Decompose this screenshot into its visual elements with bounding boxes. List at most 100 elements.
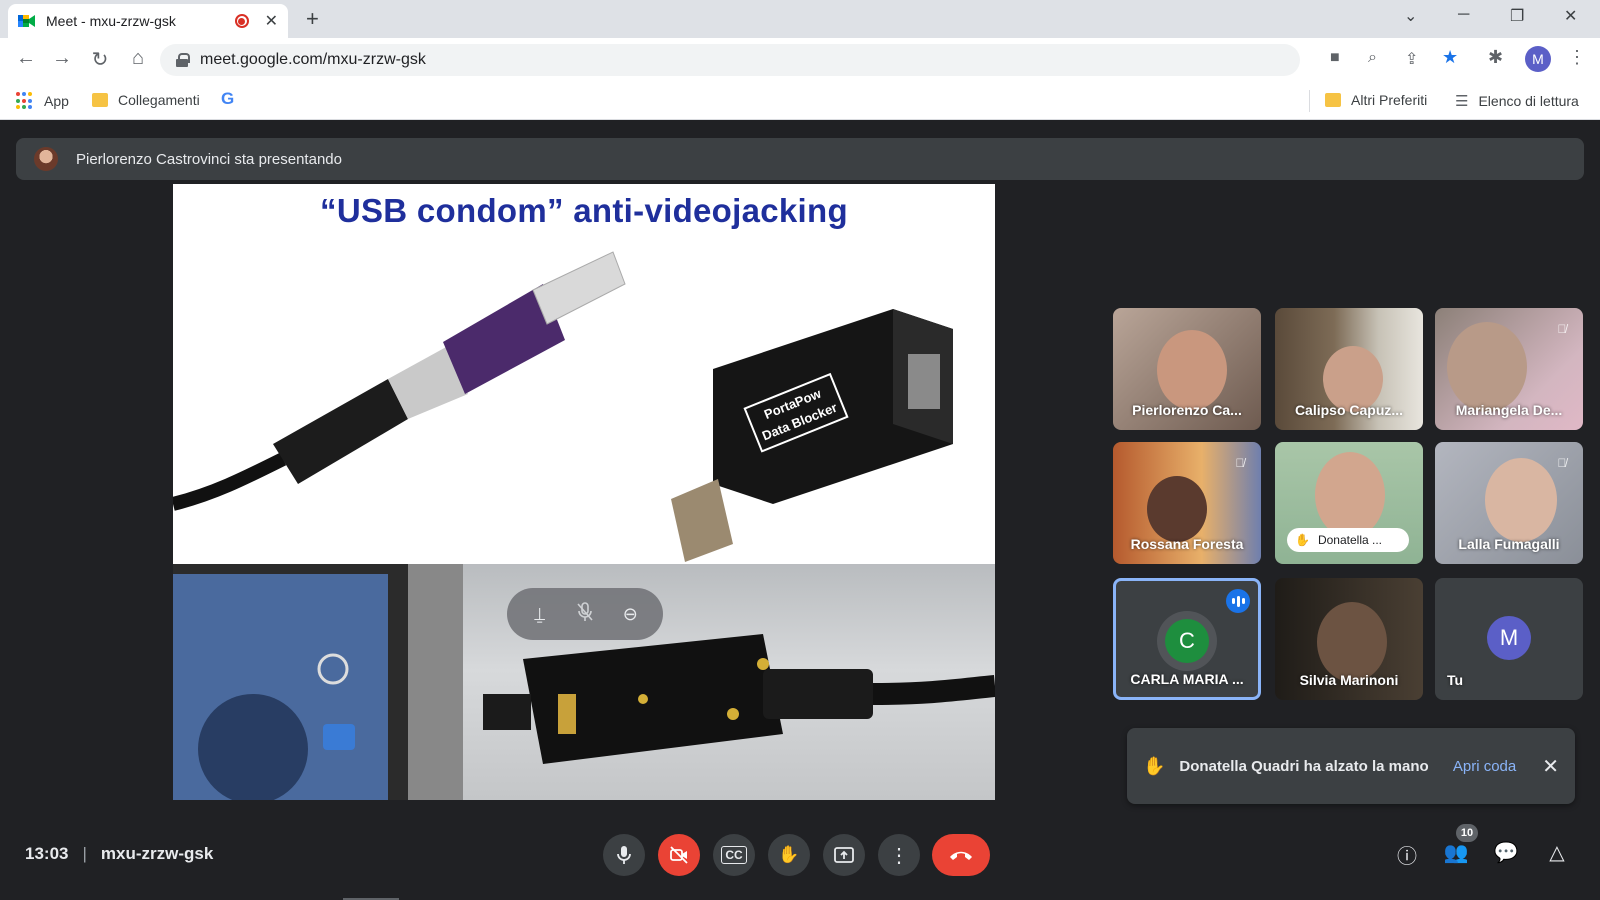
lock-icon[interactable] [176, 53, 190, 67]
zoom-icon[interactable]: ⌕ [1368, 49, 1377, 67]
present-now-button[interactable] [823, 834, 865, 876]
close-notification-icon[interactable]: ✕ [1542, 754, 1559, 779]
hand-raised-notification: ✋ Donatella Quadri ha alzato la mano Apr… [1127, 728, 1575, 804]
participant-tile-mariangela[interactable]: 🎙̸ Mariangela De... [1435, 308, 1583, 430]
browser-tab-strip: Meet - mxu-zrzw-gsk ✕ + ⌄ ─ ❐ ✕ [0, 0, 1600, 38]
captions-button[interactable]: CC [713, 834, 755, 876]
participant-avatar: C [1165, 619, 1209, 663]
raised-hand-icon: ✋ [1143, 755, 1166, 776]
presentation-hover-controls: ⍊ ⊖ [507, 588, 663, 640]
notification-message: Donatella Quadri ha alzato la mano [1179, 757, 1429, 775]
participant-tile-you[interactable]: M Tu [1435, 578, 1583, 700]
google-g-icon: G [221, 89, 235, 108]
bookmark-apps[interactable]: App [16, 92, 69, 110]
bookmark-folder-collegamenti[interactable]: Collegamenti [92, 92, 200, 108]
url-text: meet.google.com/mxu-zrzw-gsk [200, 51, 426, 68]
close-tab-icon[interactable]: ✕ [265, 11, 278, 31]
reading-list-label: Elenco di lettura [1478, 93, 1579, 109]
participant-name: Pierlorenzo Ca... [1132, 402, 1242, 418]
meeting-info-icon[interactable]: ⓘ [1393, 840, 1421, 869]
camera-off-icon [670, 846, 688, 864]
back-arrow-icon[interactable]: ← [14, 47, 38, 70]
microphone-button[interactable] [603, 834, 645, 876]
participant-tile-pierlorenzo[interactable]: Pierlorenzo Ca... [1113, 308, 1261, 430]
bookmark-other-label: Altri Preferiti [1351, 92, 1428, 108]
participant-name: CARLA MARIA ... [1130, 671, 1244, 687]
bookmark-other-favorites[interactable]: Altri Preferiti [1325, 92, 1427, 108]
participant-tile-silvia[interactable]: Silvia Marinoni [1275, 578, 1423, 700]
camera-off-button[interactable] [658, 834, 700, 876]
participant-name: Lalla Fumagalli [1458, 536, 1560, 552]
participant-video [1157, 330, 1227, 410]
presenting-banner: Pierlorenzo Castrovinci sta presentando [16, 138, 1584, 180]
restore-window-button[interactable]: ❐ [1510, 6, 1524, 26]
people-icon[interactable]: 👥 [1442, 840, 1470, 865]
recording-icon [234, 14, 249, 28]
chat-icon[interactable]: 💬 [1492, 840, 1520, 865]
present-screen-icon [834, 847, 854, 863]
current-time: 13:03 [25, 844, 69, 863]
bookmarks-bar: App Collegamenti G Altri Preferiti ☰ Ele… [0, 82, 1600, 120]
meet-logo-icon [18, 13, 36, 29]
reload-icon[interactable]: ↻ [88, 47, 112, 72]
meet-window: Pierlorenzo Castrovinci sta presentando … [0, 120, 1600, 900]
participant-name: Silvia Marinoni [1299, 672, 1399, 688]
end-call-button[interactable] [932, 834, 990, 876]
more-vert-icon: ⋮ [889, 844, 909, 867]
raise-hand-icon: ✋ [778, 845, 800, 864]
participant-video [1317, 602, 1387, 682]
camera-in-use-icon[interactable]: ■ [1330, 49, 1340, 67]
hand-raised-pill: ✋ Donatella ... [1287, 528, 1409, 552]
chrome-menu-icon[interactable]: ⋮ [1568, 47, 1586, 68]
slide-title: “USB condom” anti-videojacking [320, 192, 848, 229]
muted-mic-icon: 🎙̸ [1557, 322, 1567, 336]
bookmark-reading-list[interactable]: ☰ Elenco di lettura [1455, 92, 1579, 110]
people-count-badge: 10 [1456, 824, 1478, 842]
participant-video [1485, 458, 1557, 542]
bookmark-google[interactable]: G [221, 89, 234, 109]
muted-mic-icon: 🎙̸ [1557, 456, 1567, 470]
participant-video [1447, 322, 1527, 412]
bookmark-folder-label: Collegamenti [118, 92, 200, 108]
bookmark-star-icon[interactable]: ★ [1442, 47, 1458, 68]
minimize-window-button[interactable]: ─ [1458, 6, 1469, 24]
home-icon[interactable]: ⌂ [126, 47, 150, 70]
participant-tile-carla[interactable]: C CARLA MARIA ... [1113, 578, 1261, 700]
captions-icon: CC [721, 846, 747, 864]
mute-participant-icon[interactable] [571, 601, 599, 627]
raised-hand-icon: ✋ [1295, 533, 1310, 547]
participant-name: Tu [1447, 672, 1464, 688]
participant-video [1315, 452, 1385, 538]
speaking-indicator-icon [1226, 589, 1250, 613]
remove-circle-icon[interactable]: ⊖ [616, 604, 644, 625]
bookmark-apps-label: App [44, 93, 69, 109]
browser-tab-meet[interactable]: Meet - mxu-zrzw-gsk ✕ [8, 4, 288, 38]
more-options-button[interactable]: ⋮ [878, 834, 920, 876]
pin-icon[interactable]: ⍊ [526, 604, 554, 625]
activities-icon[interactable]: △ [1543, 840, 1571, 865]
open-queue-link[interactable]: Apri coda [1453, 758, 1516, 775]
participant-avatar: M [1487, 616, 1531, 660]
tab-search-icon[interactable]: ⌄ [1404, 6, 1417, 26]
participant-name: Calipso Capuz... [1294, 402, 1404, 418]
meeting-code: mxu-zrzw-gsk [100, 844, 214, 863]
presentation-slide[interactable]: “USB condom” anti-videojacking PortaPow … [173, 184, 995, 800]
participant-tile-calipso[interactable]: Calipso Capuz... [1275, 308, 1423, 430]
participant-tile-rossana[interactable]: 🎙̸ Rossana Foresta [1113, 442, 1261, 564]
folder-icon [1325, 93, 1341, 107]
profile-avatar[interactable]: M [1525, 46, 1551, 72]
raise-hand-button[interactable]: ✋ [768, 834, 810, 876]
new-tab-button[interactable]: + [306, 6, 319, 32]
address-bar[interactable]: meet.google.com/mxu-zrzw-gsk [160, 44, 1300, 76]
apps-grid-icon [16, 92, 34, 110]
reading-list-icon: ☰ [1455, 93, 1469, 110]
close-window-button[interactable]: ✕ [1564, 6, 1577, 26]
extensions-puzzle-icon[interactable]: ✱ [1488, 47, 1503, 68]
presenting-text: Pierlorenzo Castrovinci sta presentando [76, 150, 342, 168]
tab-title: Meet - mxu-zrzw-gsk [46, 13, 176, 29]
participant-tile-lalla[interactable]: 🎙̸ Lalla Fumagalli [1435, 442, 1583, 564]
forward-arrow-icon[interactable]: → [50, 47, 74, 70]
participant-name: Rossana Foresta [1130, 536, 1244, 552]
participant-tile-donatella[interactable]: ✋ Donatella ... [1275, 442, 1423, 564]
share-icon[interactable]: ⇪ [1405, 49, 1418, 69]
